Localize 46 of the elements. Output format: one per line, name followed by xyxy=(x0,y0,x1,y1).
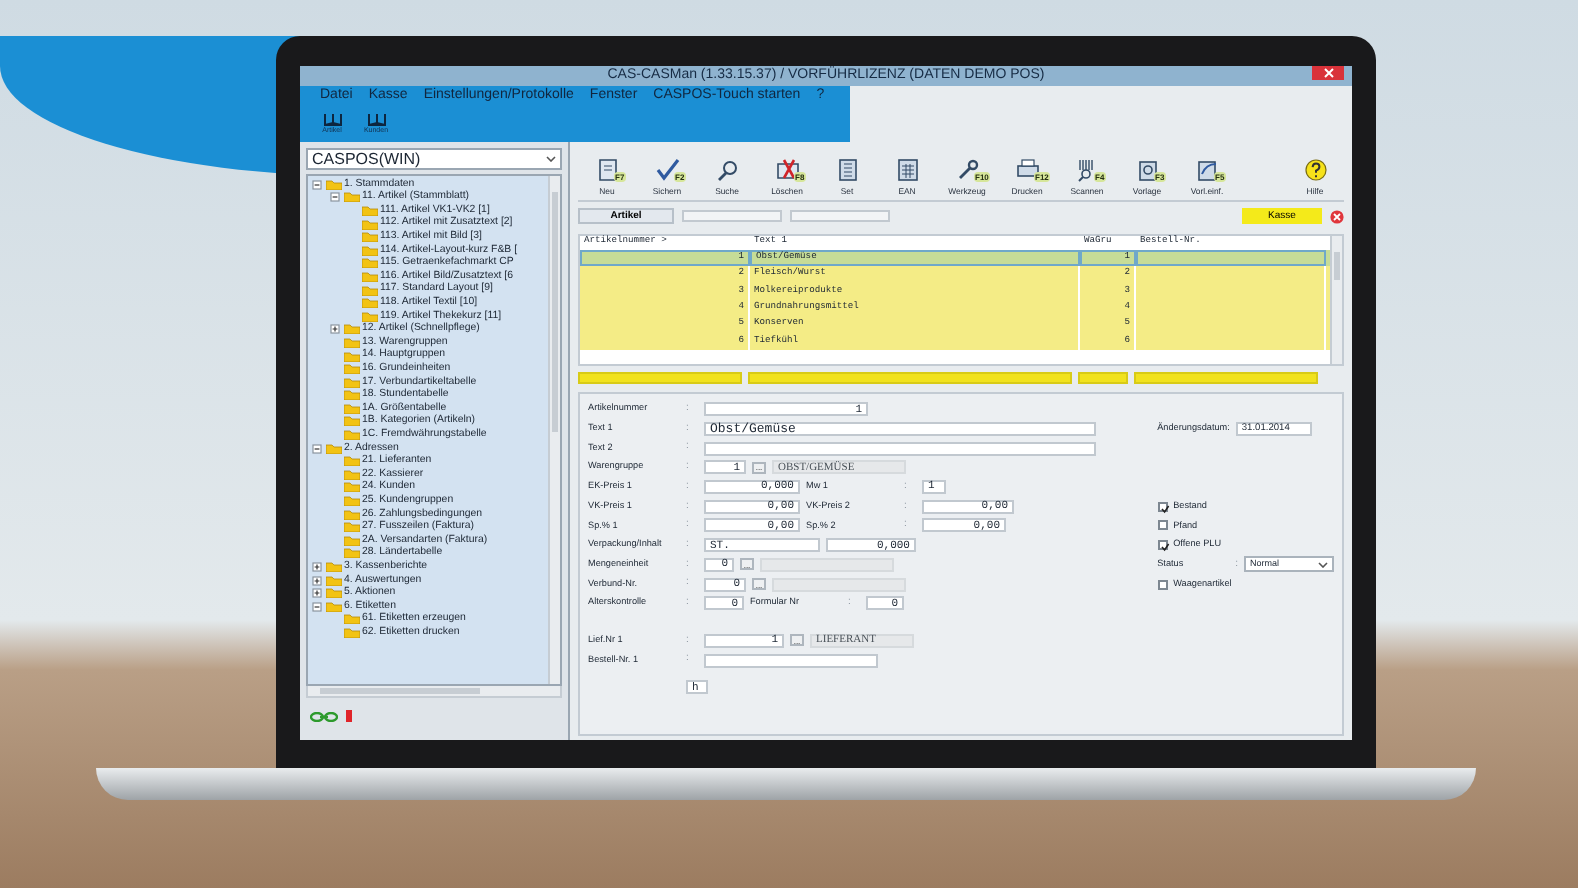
close-button[interactable] xyxy=(1312,66,1344,80)
close-icon[interactable] xyxy=(1330,209,1344,223)
collapse-icon[interactable] xyxy=(312,601,322,612)
filter-field[interactable] xyxy=(1078,372,1128,384)
scrollbar[interactable] xyxy=(306,686,562,698)
chain-icon xyxy=(310,711,338,721)
checkbox[interactable] xyxy=(1157,501,1168,512)
input-field[interactable] xyxy=(704,441,1096,456)
help-icon xyxy=(1303,157,1327,182)
filter-field[interactable] xyxy=(1134,372,1318,384)
collapse-icon[interactable] xyxy=(312,443,322,454)
search-icon xyxy=(715,157,739,182)
checkbox[interactable] xyxy=(1157,579,1168,590)
collapse-icon[interactable] xyxy=(312,179,322,190)
grid-icon xyxy=(895,157,919,182)
scrollbar[interactable] xyxy=(548,176,560,684)
caret-icon xyxy=(1318,561,1328,568)
input-field[interactable] xyxy=(704,653,878,668)
input-field[interactable] xyxy=(790,210,890,222)
document-icon xyxy=(595,157,619,182)
filter-field[interactable] xyxy=(748,372,1072,384)
printer-icon xyxy=(1015,157,1039,182)
marker-icon xyxy=(346,710,352,722)
checkmark-icon xyxy=(655,157,679,182)
scanner-icon xyxy=(1075,157,1099,182)
database-selector[interactable]: CASPOS(WIN) xyxy=(306,148,562,170)
calculator-icon xyxy=(835,157,859,182)
template-icon xyxy=(1135,157,1159,182)
caret-icon xyxy=(546,156,556,162)
input-field[interactable] xyxy=(682,210,782,222)
expand-icon[interactable] xyxy=(312,575,322,586)
expand-icon[interactable] xyxy=(312,588,322,599)
book-icon xyxy=(367,111,385,126)
delete-icon xyxy=(775,157,799,182)
filter-field[interactable] xyxy=(578,372,742,384)
checkbox[interactable] xyxy=(1157,520,1168,531)
checkbox[interactable] xyxy=(1157,540,1168,551)
wrench-icon xyxy=(955,157,979,182)
expand-icon[interactable] xyxy=(330,324,340,335)
book-icon xyxy=(323,111,341,126)
scrollbar[interactable] xyxy=(1330,236,1342,364)
expand-icon[interactable] xyxy=(312,562,322,573)
check-icon xyxy=(1159,542,1170,553)
collapse-icon[interactable] xyxy=(330,192,340,203)
close-icon xyxy=(1323,68,1333,78)
check-icon xyxy=(1159,503,1170,514)
